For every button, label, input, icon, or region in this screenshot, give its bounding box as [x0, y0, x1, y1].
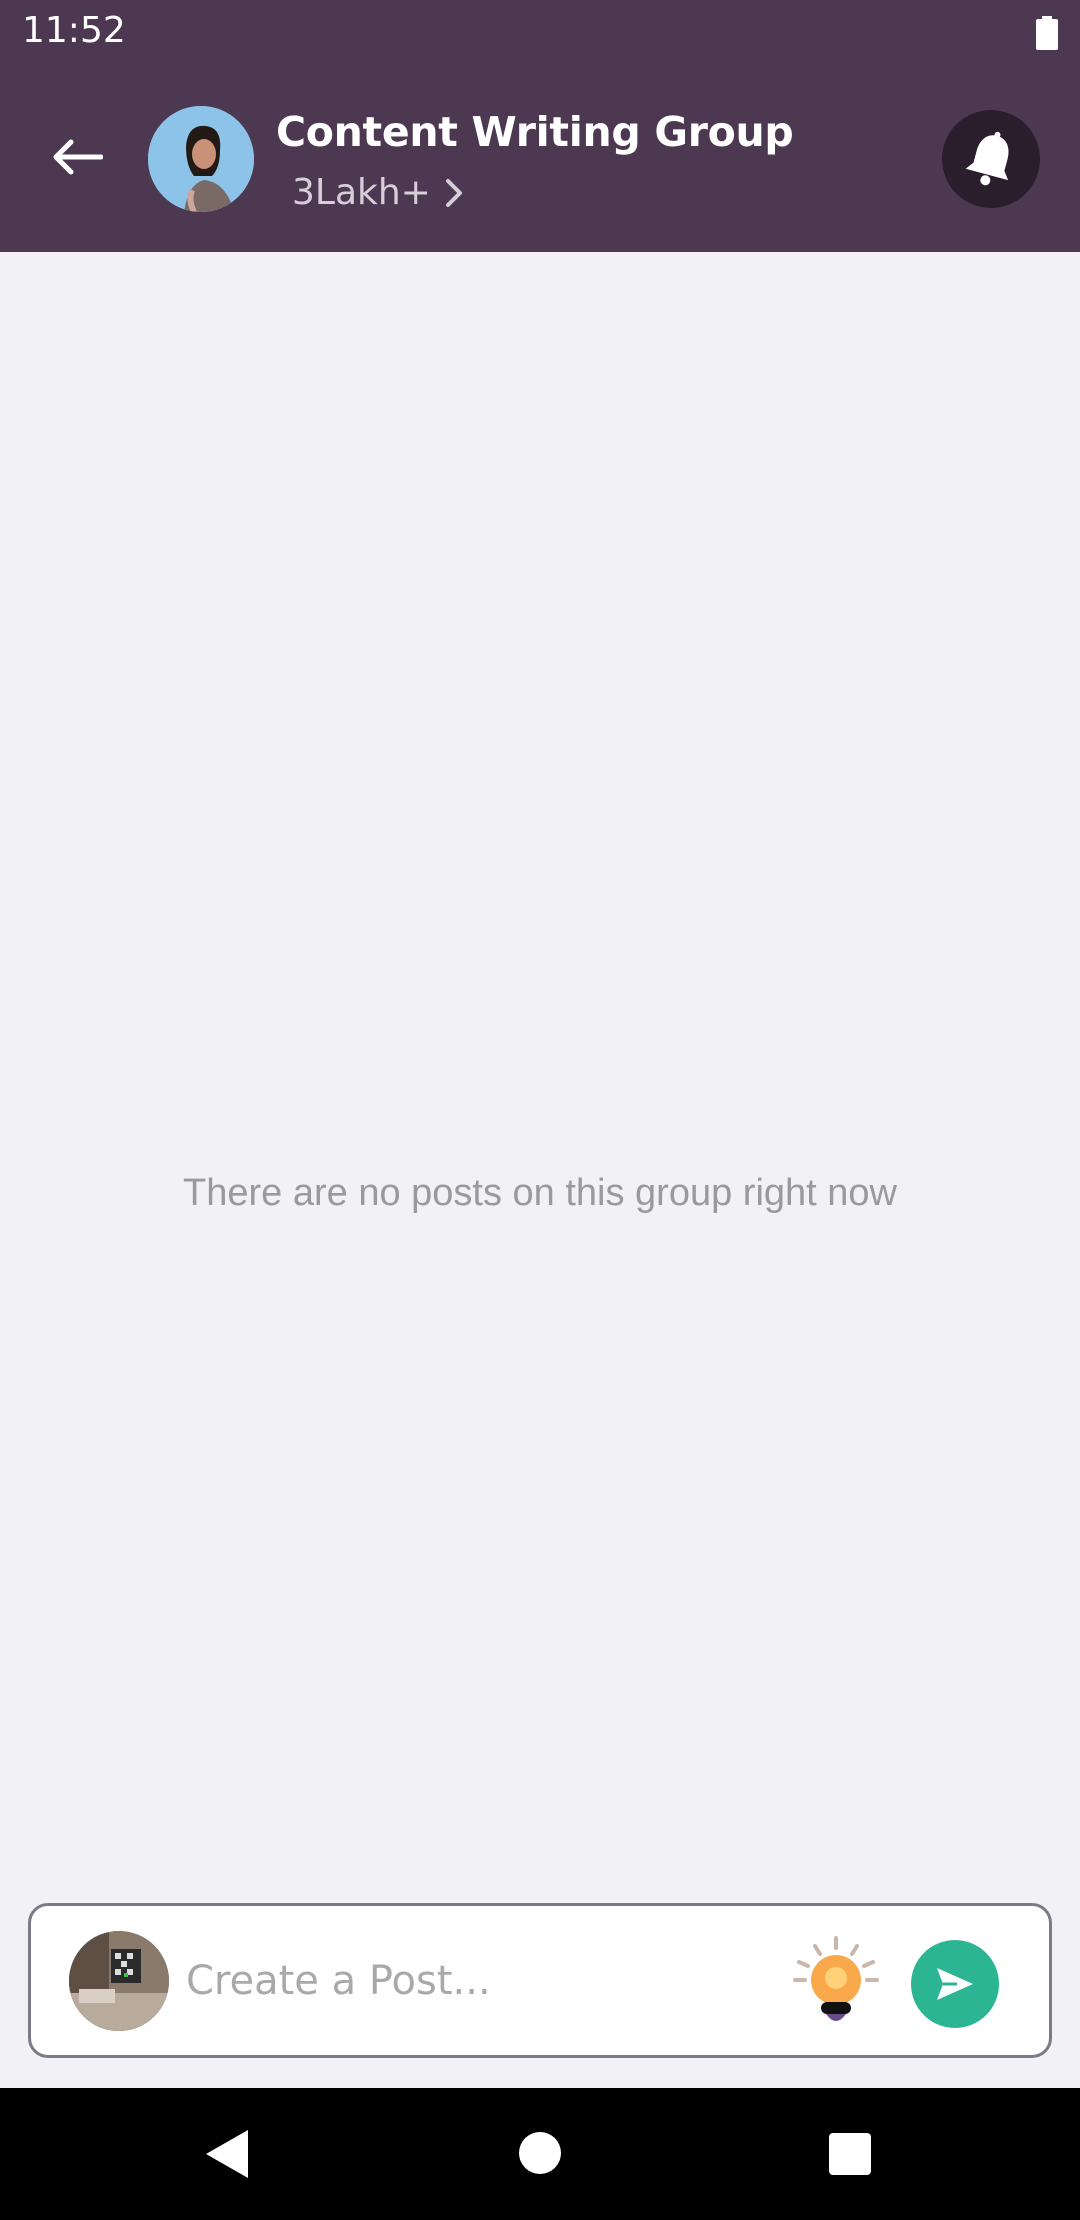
nav-recents-icon[interactable] [829, 2133, 871, 2175]
user-avatar-image [69, 1931, 169, 2031]
members-link[interactable]: 3Lakh+ [292, 172, 463, 213]
back-arrow-icon [53, 139, 103, 175]
post-composer [28, 1903, 1052, 2058]
chevron-right-icon [445, 178, 462, 207]
avatar-person-image [148, 106, 254, 212]
system-nav-bar [0, 2088, 1080, 2220]
back-button[interactable] [40, 120, 114, 194]
group-feed-screen: 11:52 Content Writing Group 3Lakh+ There… [0, 0, 1080, 2220]
group-avatar[interactable] [148, 106, 254, 212]
bell-icon [965, 131, 1009, 186]
group-header: Content Writing Group 3Lakh+ [0, 68, 1080, 252]
idea-button[interactable] [791, 1936, 881, 2030]
notifications-button[interactable] [942, 110, 1040, 208]
status-bar: 11:52 [0, 0, 1080, 68]
create-post-input[interactable] [186, 1946, 746, 2016]
send-button[interactable] [911, 1940, 999, 2028]
status-time: 11:52 [22, 10, 126, 51]
battery-icon [1036, 16, 1058, 50]
empty-state-message: There are no posts on this group right n… [183, 1172, 897, 1214]
nav-back-icon[interactable] [204, 2128, 250, 2180]
group-title: Content Writing Group [276, 108, 794, 156]
member-count: 3Lakh+ [292, 172, 431, 213]
send-icon [937, 1968, 973, 2000]
user-avatar[interactable] [69, 1931, 169, 2031]
lightbulb-icon [793, 1936, 879, 2021]
nav-home-icon[interactable] [519, 2132, 561, 2174]
